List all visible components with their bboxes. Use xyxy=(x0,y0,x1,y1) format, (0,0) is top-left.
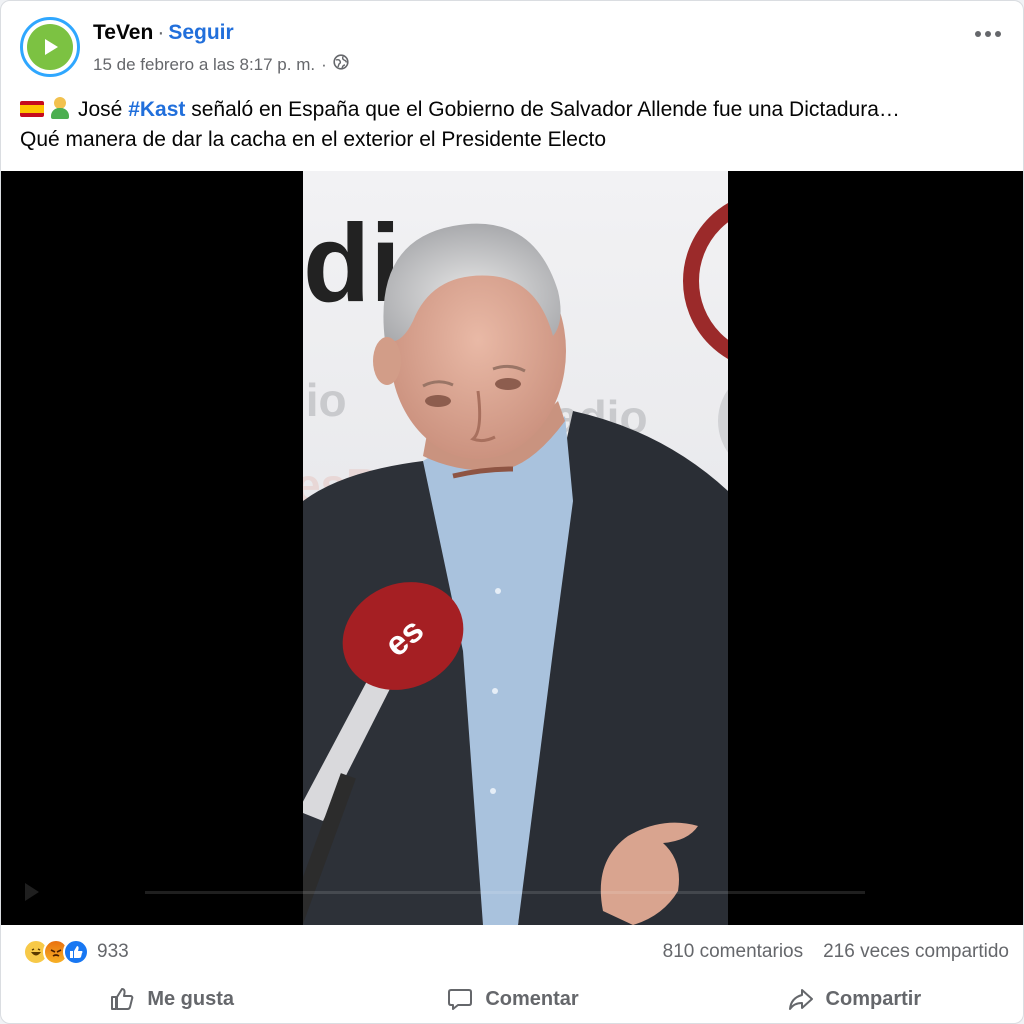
comment-bubble-icon xyxy=(447,986,473,1012)
comment-label: Comentar xyxy=(485,987,579,1010)
page-name[interactable]: TeVen xyxy=(93,21,153,44)
post-stats: 933 810 comentarios 216 veces compartido xyxy=(1,931,1023,971)
meta-separator: · xyxy=(321,54,327,74)
more-options-icon[interactable] xyxy=(975,31,1001,37)
shares-count[interactable]: 216 veces compartido xyxy=(823,941,1009,963)
like-reaction-icon xyxy=(63,939,89,965)
share-button[interactable]: Compartir xyxy=(684,975,1023,1023)
reactions-count: 933 xyxy=(97,941,129,962)
caption-text-continued: señaló en España que el Gobierno de Salv… xyxy=(185,98,900,121)
video-player[interactable]: di lio adio esR xyxy=(1,171,1023,925)
video-frame[interactable]: di lio adio esR xyxy=(303,171,728,925)
video-controls[interactable] xyxy=(25,879,1001,907)
video-progress-bar[interactable] xyxy=(145,891,865,894)
post-actions: Me gusta Comentar Compartir xyxy=(1,975,1023,1023)
post-meta: 15 de febrero a las 8:17 p. m. · xyxy=(93,54,349,75)
background-watermark-left: lio xyxy=(303,374,347,426)
comments-count[interactable]: 810 comentarios xyxy=(663,941,803,963)
globe-icon xyxy=(333,54,349,75)
like-label: Me gusta xyxy=(147,987,234,1010)
caption-text: José xyxy=(78,98,129,121)
person-emoji-icon xyxy=(50,97,70,119)
engagement-counts: 810 comentarios 216 veces compartido xyxy=(663,941,1009,963)
reactions-summary[interactable]: 933 xyxy=(23,939,129,965)
like-button[interactable]: Me gusta xyxy=(1,975,342,1023)
post-caption: José #Kast señaló en España que el Gobie… xyxy=(20,95,1010,155)
name-line: TeVen · Seguir xyxy=(93,21,234,45)
comment-button[interactable]: Comentar xyxy=(342,975,683,1023)
page-avatar[interactable] xyxy=(20,17,80,77)
share-arrow-icon xyxy=(788,986,814,1012)
hashtag-link[interactable]: #Kast xyxy=(128,98,185,121)
video-still: di lio adio esR xyxy=(303,171,728,925)
post-card: TeVen · Seguir 15 de febrero a las 8:17 p.… xyxy=(0,0,1024,1024)
share-label: Compartir xyxy=(825,987,922,1010)
post-header: TeVen · Seguir 15 de febrero a las 8:17 p.… xyxy=(1,1,1023,91)
video-play-icon[interactable] xyxy=(25,883,39,901)
spain-flag-icon xyxy=(20,101,44,117)
post-timestamp[interactable]: 15 de febrero a las 8:17 p. m. xyxy=(93,55,315,75)
follow-button[interactable]: Seguir xyxy=(168,21,233,44)
name-separator: · xyxy=(157,21,165,44)
play-icon xyxy=(27,24,73,70)
thumbs-up-icon xyxy=(109,986,135,1012)
caption-line-2: Qué manera de dar la cacha en el exterio… xyxy=(20,128,607,151)
